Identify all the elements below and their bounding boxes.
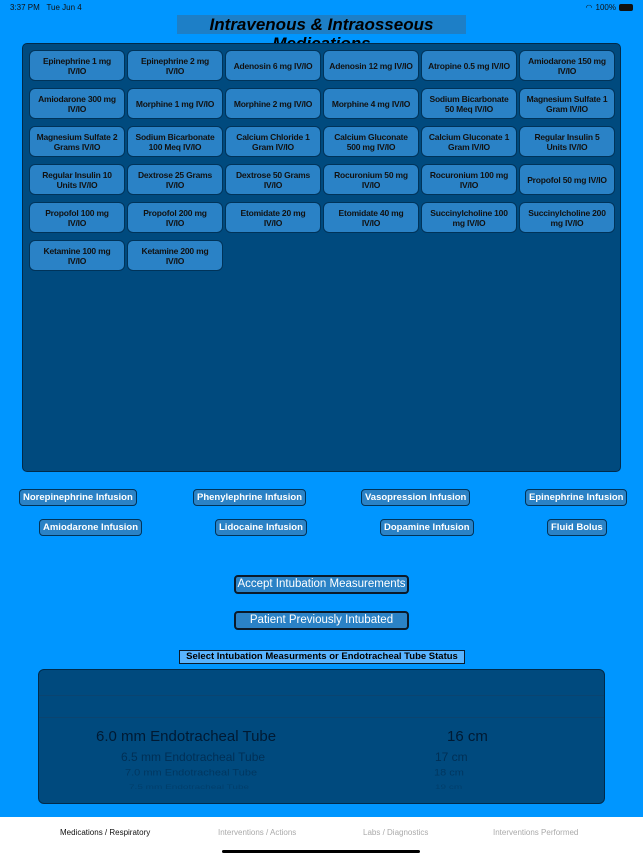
page-title: Intravenous & Intraosseous Medications xyxy=(177,15,466,53)
infusion-button[interactable]: Amiodarone Infusion xyxy=(39,519,142,536)
medication-button[interactable]: Magnesium Sulfate 1 Gram IV/IO xyxy=(519,88,615,119)
medication-button[interactable]: Propofol 50 mg IV/IO xyxy=(519,164,615,195)
medication-button[interactable]: Morphine 1 mg IV/IO xyxy=(127,88,223,119)
accept-intubation-button[interactable]: Accept Intubation Measurements xyxy=(234,575,409,594)
medication-button[interactable]: Regular Insulin 10 Units IV/IO xyxy=(29,164,125,195)
medication-button[interactable]: Dextrose 25 Grams IV/IO xyxy=(127,164,223,195)
battery-icon xyxy=(619,4,633,11)
tab-interventions-actions[interactable]: Interventions / Actions xyxy=(218,828,296,837)
picker-label: Select Intubation Measurments or Endotra… xyxy=(179,650,465,664)
medication-button[interactable]: Epinephrine 1 mg IV/IO xyxy=(29,50,125,81)
infusion-button[interactable]: Fluid Bolus xyxy=(547,519,607,536)
medication-button[interactable]: Succinylcholine 200 mg IV/IO xyxy=(519,202,615,233)
status-date: Tue Jun 4 xyxy=(46,3,82,12)
medication-button[interactable]: Etomidate 40 mg IV/IO xyxy=(323,202,419,233)
medication-button[interactable]: Calcium Chloride 1 Gram IV/IO xyxy=(225,126,321,157)
wifi-icon: ◠ xyxy=(585,3,593,12)
medication-button[interactable]: Morphine 4 mg IV/IO xyxy=(323,88,419,119)
picker-tube-option[interactable]: 6.5 mm Endotracheal Tube xyxy=(121,750,265,764)
medication-button[interactable]: Ketamine 100 mg IV/IO xyxy=(29,240,125,271)
medication-button[interactable]: Adenosin 6 mg IV/IO xyxy=(225,50,321,81)
medication-button[interactable]: Atropine 0.5 mg IV/IO xyxy=(421,50,517,81)
infusion-button[interactable]: Lidocaine Infusion xyxy=(215,519,307,536)
medication-button[interactable]: Adenosin 12 mg IV/IO xyxy=(323,50,419,81)
picker-depth-option[interactable]: 18 cm xyxy=(434,768,464,778)
medication-button[interactable]: Propofol 100 mg IV/IO xyxy=(29,202,125,233)
picker-selection-band xyxy=(39,695,604,718)
picker-depth-option[interactable]: 17 cm xyxy=(435,750,468,764)
infusion-button[interactable]: Phenylephrine Infusion xyxy=(193,489,307,506)
picker-depth-selected[interactable]: 16 cm xyxy=(447,728,488,745)
infusion-button[interactable]: Dopamine Infusion xyxy=(380,519,474,536)
medication-button[interactable]: Calcium Gluconate 500 mg IV/IO xyxy=(323,126,419,157)
status-bar: 3:37 PM Tue Jun 4 ◠ 100% xyxy=(10,3,633,12)
medication-button[interactable]: Calcium Gluconate 1 Gram IV/IO xyxy=(421,126,517,157)
infusion-button[interactable]: Norepinephrine Infusion xyxy=(19,489,137,506)
infusion-button[interactable]: Epinephrine Infusion xyxy=(525,489,628,506)
medication-button[interactable]: Rocuronium 50 mg IV/IO xyxy=(323,164,419,195)
infusion-button[interactable]: Vasopression Infusion xyxy=(361,489,471,506)
medication-button[interactable]: Sodium Bicarbonate 100 Meq IV/IO xyxy=(127,126,223,157)
medication-button[interactable]: Regular Insulin 5 Units IV/IO xyxy=(519,126,615,157)
picker-tube-option[interactable]: 7.5 mm Endotracheal Tube xyxy=(129,784,249,791)
tab-labs-diagnostics[interactable]: Labs / Diagnostics xyxy=(363,828,428,837)
picker-tube-option[interactable]: 7.0 mm Endotracheal Tube xyxy=(125,768,257,778)
medication-button[interactable]: Magnesium Sulfate 2 Grams IV/IO xyxy=(29,126,125,157)
medication-button[interactable]: Etomidate 20 mg IV/IO xyxy=(225,202,321,233)
medication-button[interactable]: Epinephrine 2 mg IV/IO xyxy=(127,50,223,81)
medication-button[interactable]: Morphine 2 mg IV/IO xyxy=(225,88,321,119)
tab-interventions-performed[interactable]: Interventions Performed xyxy=(493,828,578,837)
tab-medications-respiratory[interactable]: Medications / Respiratory xyxy=(60,828,150,837)
status-time: 3:37 PM xyxy=(10,3,40,12)
previously-intubated-button[interactable]: Patient Previously Intubated xyxy=(234,611,409,630)
medication-button[interactable]: Ketamine 200 mg IV/IO xyxy=(127,240,223,271)
medication-button[interactable]: Succinylcholine 100 mg IV/IO xyxy=(421,202,517,233)
medication-button[interactable]: Amiodarone 150 mg IV/IO xyxy=(519,50,615,81)
medication-button[interactable]: Propofol 200 mg IV/IO xyxy=(127,202,223,233)
picker-depth-option[interactable]: 19 cm xyxy=(435,784,462,791)
medication-button[interactable]: Dextrose 50 Grams IV/IO xyxy=(225,164,321,195)
medication-grid: Epinephrine 1 mg IV/IO Epinephrine 2 mg I… xyxy=(29,50,615,271)
medication-button[interactable]: Amiodarone 300 mg IV/IO xyxy=(29,88,125,119)
medication-button[interactable]: Sodium Bicarbonate 50 Meq IV/IO xyxy=(421,88,517,119)
picker-tube-selected[interactable]: 6.0 mm Endotracheal Tube xyxy=(96,728,276,745)
medication-button[interactable]: Rocuronium 100 mg IV/IO xyxy=(421,164,517,195)
tube-picker[interactable]: 6.0 mm Endotracheal Tube 16 cm 6.5 mm En… xyxy=(38,669,605,804)
home-indicator[interactable] xyxy=(222,850,420,853)
medication-panel: Epinephrine 1 mg IV/IO Epinephrine 2 mg I… xyxy=(22,43,621,472)
battery-percent: 100% xyxy=(595,3,616,12)
